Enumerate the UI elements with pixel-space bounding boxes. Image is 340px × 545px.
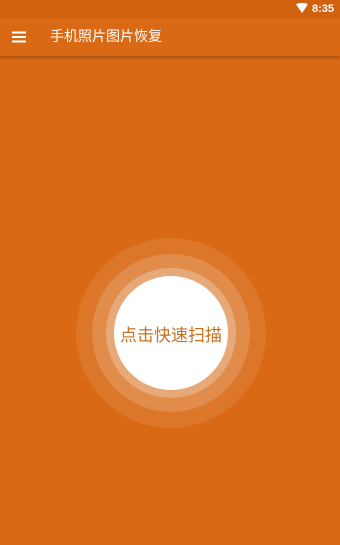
menu-button[interactable] [9, 28, 29, 46]
scan-area: 点击快速扫描 [76, 238, 266, 428]
menu-icon [12, 28, 26, 47]
page-title: 手机照片图片恢复 [50, 29, 162, 45]
quick-scan-label: 点击快速扫描 [120, 325, 222, 346]
app-bar: 手机照片图片恢复 [0, 18, 340, 56]
wifi-icon [295, 2, 308, 16]
status-icons: 8:35 [295, 1, 334, 17]
quick-scan-button[interactable]: 点击快速扫描 [114, 276, 228, 390]
status-bar: 8:35 [0, 0, 340, 18]
status-time: 8:35 [311, 3, 334, 15]
